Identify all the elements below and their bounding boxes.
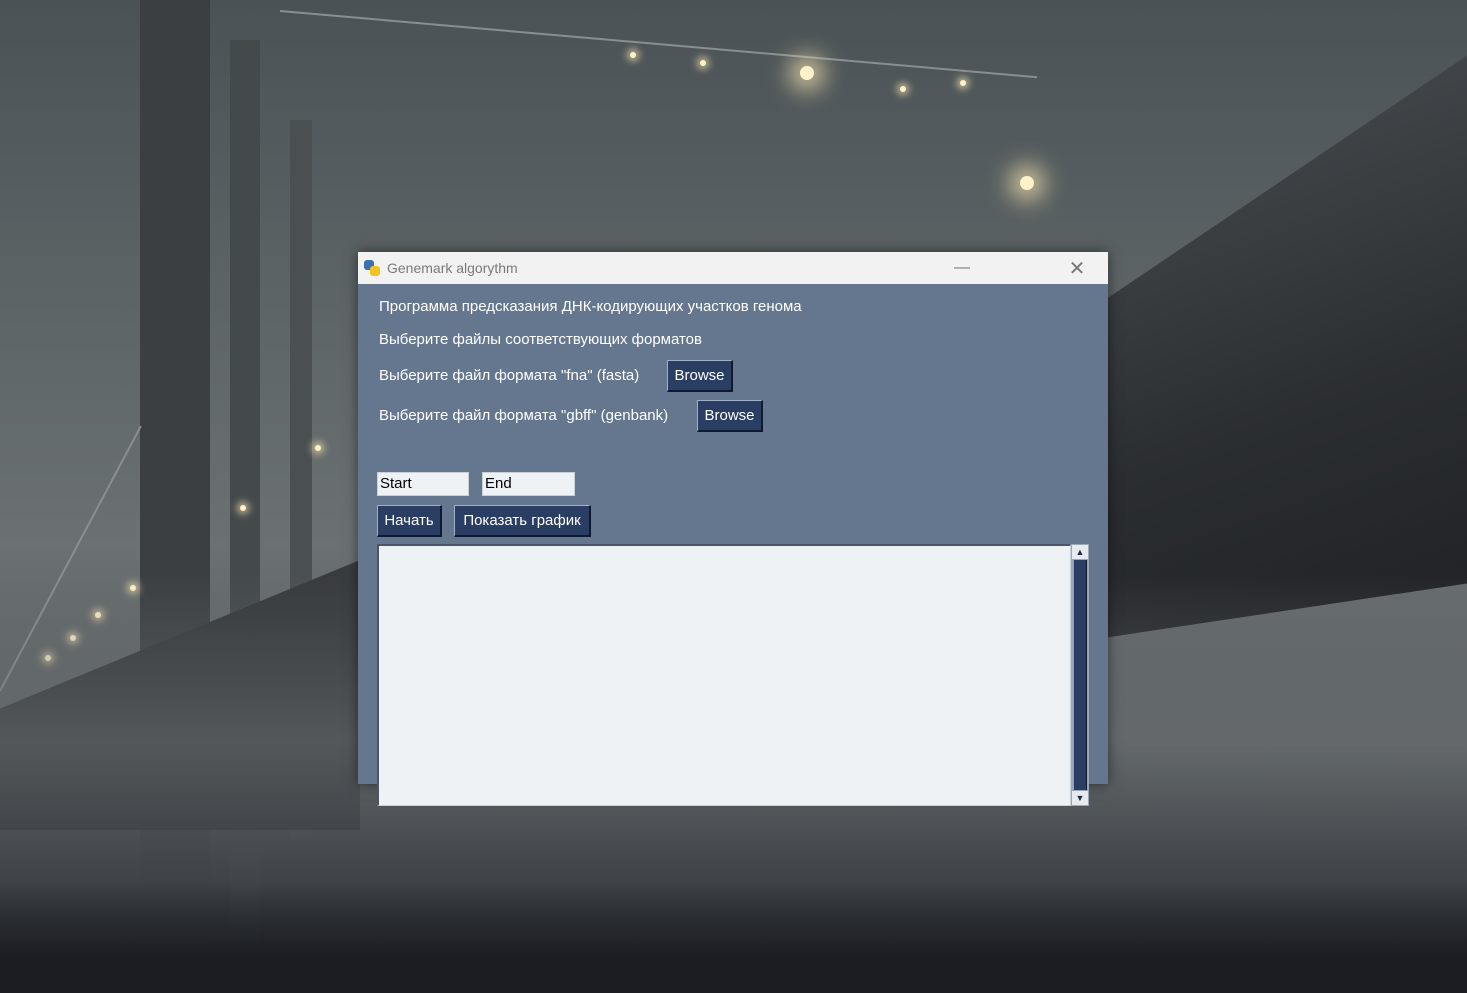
close-button[interactable]: ✕ (1054, 252, 1100, 284)
minimize-icon: — (954, 259, 970, 276)
output-scrollbar[interactable]: ▲ ▼ (1071, 544, 1089, 806)
scrollbar-thumb[interactable] (1073, 560, 1087, 790)
start-position-input[interactable]: Start (377, 472, 469, 496)
minimize-button[interactable]: — (939, 252, 985, 284)
output-textarea[interactable] (377, 544, 1071, 806)
scroll-up-icon[interactable]: ▲ (1072, 545, 1088, 559)
window-title: Genemark algorythm (387, 260, 518, 276)
app-heading: Программа предсказания ДНК-кодирующих уч… (379, 298, 802, 315)
fna-file-label: Выберите файл формата "fna" (fasta) (379, 367, 640, 384)
python-icon (363, 259, 381, 277)
close-icon: ✕ (1068, 257, 1086, 280)
end-position-input[interactable]: End (482, 472, 575, 496)
files-instruction: Выберите файлы соответствующих форматов (379, 331, 702, 348)
fna-browse-button[interactable]: Browse (667, 360, 733, 392)
scroll-down-icon[interactable]: ▼ (1072, 791, 1088, 805)
window-content: Программа предсказания ДНК-кодирующих уч… (358, 284, 1108, 806)
show-plot-button[interactable]: Показать график (454, 505, 591, 537)
gbff-browse-button[interactable]: Browse (697, 400, 763, 432)
gbff-file-label: Выберите файл формата "gbff" (genbank) (379, 407, 669, 424)
run-button[interactable]: Начать (377, 505, 442, 537)
app-window: Genemark algorythm — ✕ Программа предска… (358, 252, 1108, 806)
title-bar[interactable]: Genemark algorythm — ✕ (358, 252, 1108, 284)
